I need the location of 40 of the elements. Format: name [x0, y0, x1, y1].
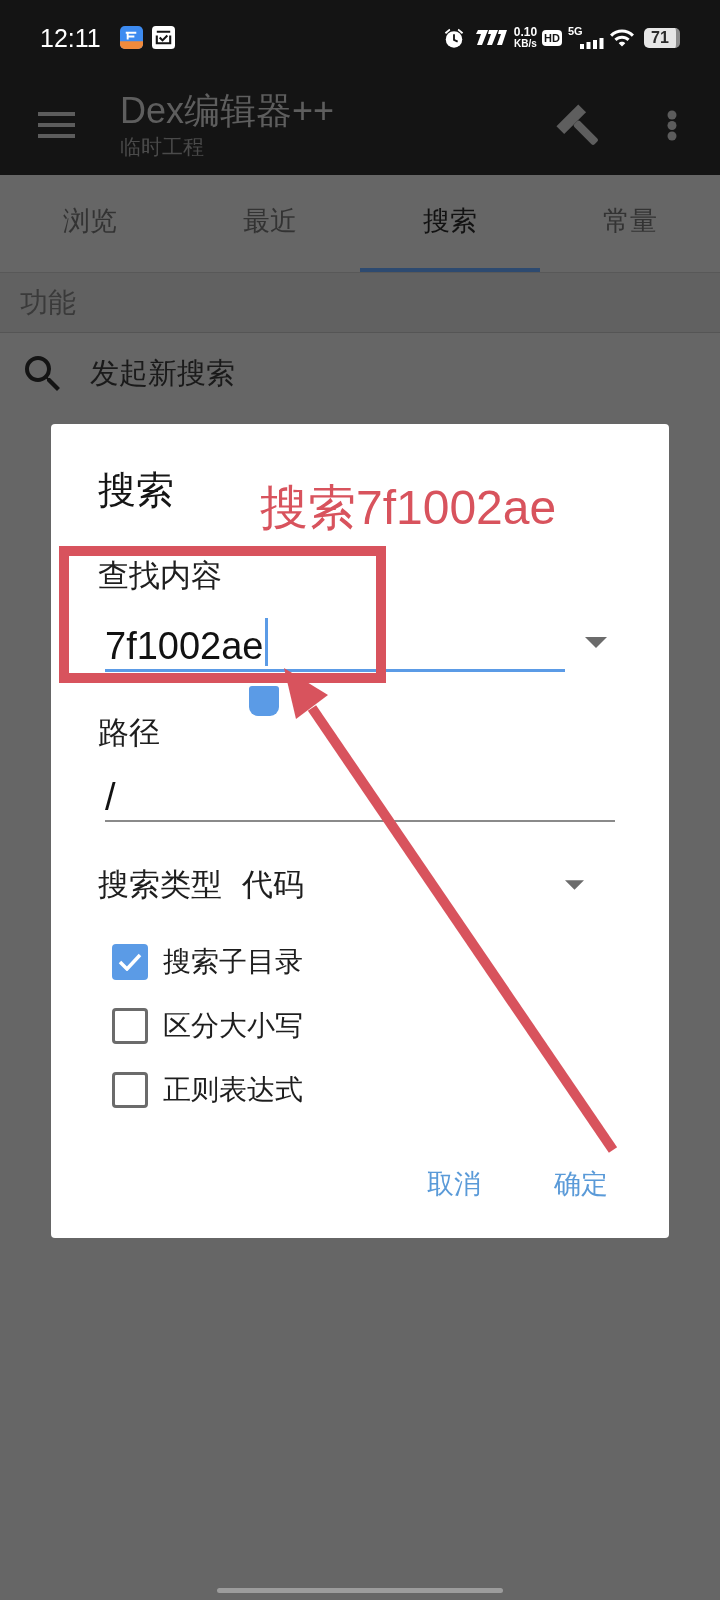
more-options-icon[interactable] — [667, 109, 677, 141]
wifi-icon — [610, 28, 634, 47]
checkbox[interactable] — [112, 1008, 148, 1044]
checkbox-label: 区分大小写 — [163, 1009, 303, 1043]
app-icon — [119, 26, 143, 49]
input-field[interactable]: 7f1002ae — [105, 618, 565, 672]
search-icon — [25, 356, 61, 392]
checkbox[interactable] — [112, 944, 148, 980]
inbox-icon — [151, 26, 175, 49]
dropdown-caret-icon[interactable] — [565, 880, 584, 890]
text-selection-handle[interactable] — [249, 686, 279, 716]
hammer-icon[interactable] — [556, 104, 599, 146]
network-speed-value: 0.10 — [513, 26, 538, 38]
app-title: Dex编辑器++ — [120, 90, 335, 131]
dialog-title: 搜索 — [98, 470, 174, 510]
slanted-stripes-icon — [473, 30, 507, 45]
network-type-text: 5G — [568, 26, 583, 37]
annotation-text: 搜索7f1002ae — [260, 480, 557, 536]
checkbox-label: 搜索子目录 — [163, 945, 303, 979]
alarm-icon — [442, 26, 465, 49]
search-type-label: 搜索类型 — [98, 865, 222, 904]
list-item[interactable]: 发起新搜索 — [0, 333, 720, 415]
input-field[interactable]: / — [105, 775, 615, 822]
search-type-dropdown[interactable]: 代码 — [242, 865, 590, 905]
text-cursor — [264, 618, 268, 666]
checkbox[interactable] — [112, 1072, 148, 1108]
dialog-button[interactable]: 取消 — [415, 1160, 493, 1208]
field-label: 查找内容 — [98, 558, 222, 594]
menu-icon[interactable] — [38, 112, 75, 138]
dialog-button[interactable]: 确定 — [542, 1160, 620, 1208]
hd-badge: HD — [542, 29, 562, 46]
checkmark-icon — [118, 953, 142, 971]
dropdown-caret-icon[interactable] — [585, 637, 607, 648]
status-time: 12:11 — [40, 22, 101, 53]
checkbox-label: 正则表达式 — [163, 1073, 303, 1107]
network-speed-unit: KB/s — [514, 38, 537, 49]
field-label: 路径 — [98, 715, 160, 751]
signal-icon — [580, 38, 604, 49]
tab[interactable]: 搜索 — [360, 175, 540, 272]
battery-indicator: 71 — [644, 27, 680, 48]
